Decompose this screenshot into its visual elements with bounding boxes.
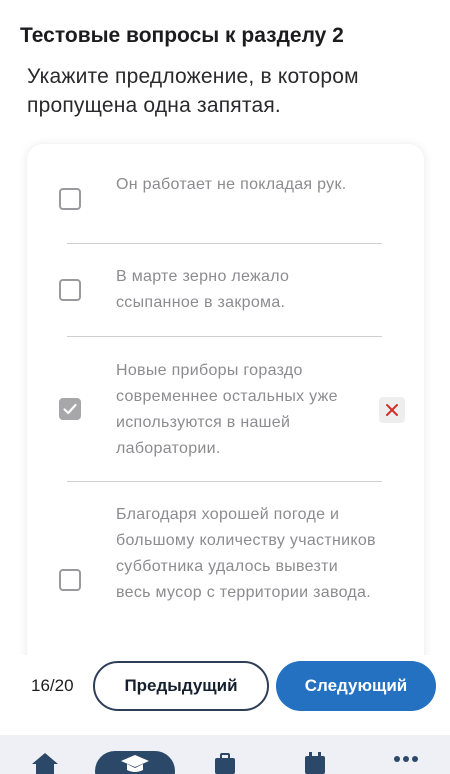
answer-options-card: Он работает не покладая рук. В марте зер… <box>27 144 424 674</box>
nav-courses[interactable] <box>120 752 150 774</box>
option-checkbox[interactable] <box>59 188 81 210</box>
divider <box>67 336 382 337</box>
answer-option-2[interactable]: В марте зерно лежало ссыпанное в закрома… <box>27 256 424 324</box>
briefcase-icon <box>215 753 235 774</box>
option-checkbox[interactable] <box>59 279 81 301</box>
option-text: Новые приборы гораздо современнее осталь… <box>116 362 338 457</box>
divider <box>67 481 382 482</box>
option-checkbox-checked[interactable] <box>59 398 81 420</box>
option-text: В марте зерно лежало ссыпанное в закрома… <box>116 268 290 311</box>
answer-option-1[interactable]: Он работает не покладая рук. <box>27 166 424 234</box>
page-title: Тестовые вопросы к разделу 2 <box>20 24 344 47</box>
nav-calendar[interactable] <box>302 752 328 774</box>
option-text: Он работает не покладая рук. <box>116 176 347 193</box>
answer-option-3[interactable]: Новые приборы гораздо современнее осталь… <box>27 350 424 470</box>
graduation-cap-icon <box>121 755 149 772</box>
option-text: Благодаря хорошей погоде и большому коли… <box>116 506 376 601</box>
next-button[interactable]: Следующий <box>276 661 436 711</box>
option-checkbox[interactable] <box>59 569 81 591</box>
checkmark-icon <box>63 403 77 415</box>
answer-option-4[interactable]: Благодаря хорошей погоде и большому коли… <box>27 496 424 666</box>
question-footer: 16/20 Предыдущий Следующий <box>0 655 450 735</box>
nav-more[interactable] <box>391 755 421 763</box>
nav-portfolio[interactable] <box>212 752 238 774</box>
divider <box>67 243 382 244</box>
more-icon <box>394 756 418 762</box>
bottom-navigation <box>0 735 450 774</box>
nav-home[interactable] <box>30 752 60 774</box>
calendar-icon <box>305 752 325 774</box>
question-counter: 16/20 <box>31 676 74 695</box>
wrong-answer-icon <box>379 397 405 423</box>
previous-button[interactable]: Предыдущий <box>93 661 269 711</box>
question-text: Укажите предложение, в котором пропущена… <box>27 65 359 117</box>
home-icon <box>32 753 58 774</box>
